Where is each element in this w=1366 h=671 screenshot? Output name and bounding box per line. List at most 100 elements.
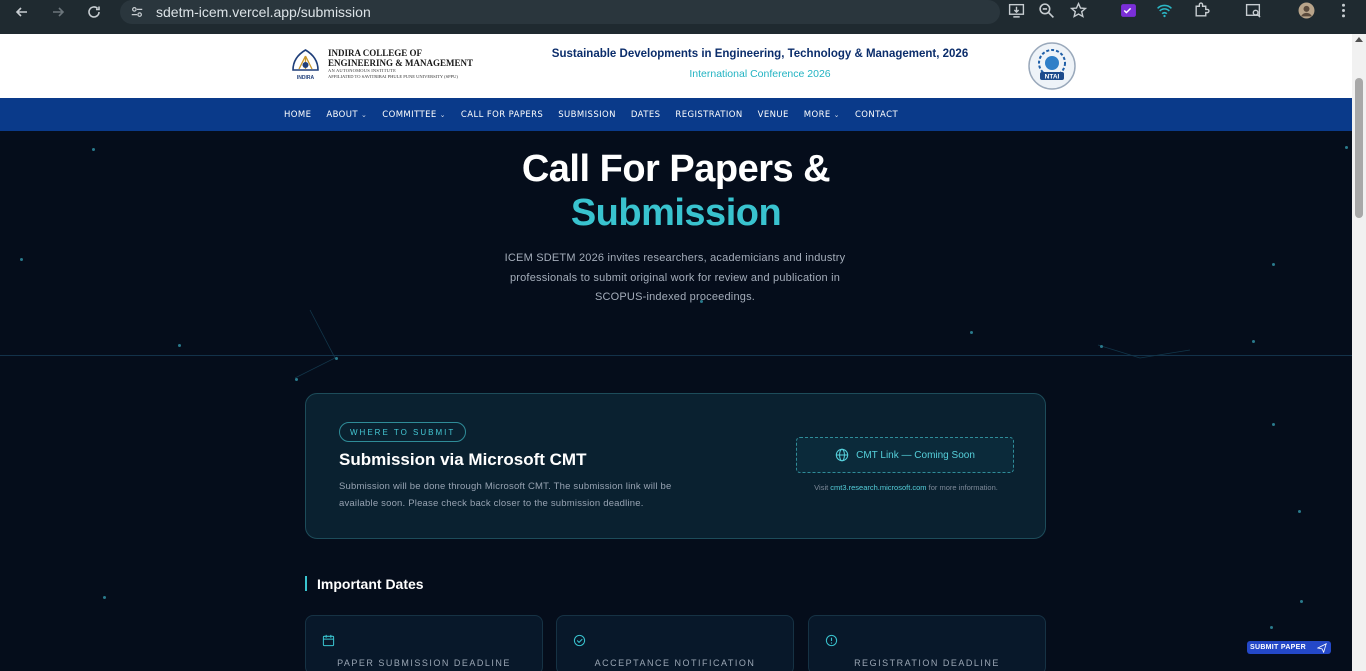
install-app-button[interactable]	[1001, 0, 1031, 22]
address-bar[interactable]: sdetm-icem.vercel.app/submission	[120, 0, 1000, 24]
avatar-icon	[1298, 2, 1314, 18]
college-name-line2: ENGINEERING & MANAGEMENT	[328, 58, 474, 68]
nav-item-more[interactable]: MORE ⌄	[804, 110, 840, 120]
submit-paper-label: SUBMIT PAPER	[1250, 644, 1306, 651]
nav-item-contact[interactable]: CONTACT	[855, 110, 898, 120]
date-card-label: REGISTRATION DEADLINE	[854, 658, 1000, 668]
particle-dot	[295, 378, 298, 381]
back-arrow-icon	[15, 7, 27, 17]
chevron-down-icon: ⌄	[439, 110, 446, 119]
star-icon	[1069, 1, 1087, 18]
college-name-line1: INDIRA COLLEGE OF	[328, 48, 423, 58]
back-button[interactable]	[4, 0, 40, 29]
nav-item-label: VENUE	[757, 109, 789, 120]
tab-search-button[interactable]	[1238, 0, 1268, 22]
conference-subtitle: International Conference 2026	[689, 68, 831, 80]
scroll-up-arrow-icon[interactable]	[1355, 37, 1363, 42]
particle-dot	[178, 344, 181, 347]
zoom-button[interactable]	[1031, 0, 1061, 22]
nav-item-call-for-papers[interactable]: CALL FOR PAPERS	[461, 110, 543, 120]
send-icon	[1317, 642, 1327, 653]
tab-search-icon	[1245, 3, 1261, 18]
chevron-down-icon: ⌄	[833, 110, 840, 119]
browser-toolbar: sdetm-icem.vercel.app/submission	[0, 0, 1366, 34]
date-card-label: ACCEPTANCE NOTIFICATION	[594, 658, 756, 668]
reload-button[interactable]	[76, 0, 112, 29]
particle-dot	[1270, 626, 1273, 629]
particle-dot	[1100, 345, 1103, 348]
hero-description: ICEM SDETM 2026 invites researchers, aca…	[504, 252, 846, 303]
conference-title: Sustainable Developments in Engineering,…	[551, 48, 969, 60]
extension-badge-icon	[1120, 3, 1136, 17]
nav-item-label: DATES	[630, 109, 661, 120]
network-lines-decoration	[294, 309, 336, 379]
particle-dot	[700, 300, 703, 303]
nav-item-registration[interactable]: REGISTRATION	[675, 110, 742, 120]
forward-arrow-icon	[53, 7, 65, 17]
extension-purple-button[interactable]	[1113, 0, 1143, 22]
cmt-note-suffix: for more information.	[926, 483, 998, 492]
scroll-thumb[interactable]	[1355, 78, 1363, 218]
globe-icon	[835, 448, 849, 462]
nav-item-label: HOME	[284, 109, 312, 120]
date-card-registration: REGISTRATION DEADLINE	[808, 615, 1046, 671]
check-circle-icon	[573, 634, 586, 647]
reload-icon	[88, 6, 100, 18]
ntai-label: NTAI	[1045, 74, 1060, 81]
submit-paper-button[interactable]: SUBMIT PAPER	[1247, 641, 1331, 654]
college-affiliation: AFFILIATED TO SAVITRIBAI PHULE PUNE UNIV…	[328, 74, 458, 79]
particle-dot	[20, 258, 23, 261]
page-scrollbar[interactable]	[1352, 34, 1366, 671]
page-title-line1: Call For Papers &	[521, 148, 831, 190]
nav-item-dates[interactable]: DATES	[631, 110, 661, 120]
submission-card-text: Submission will be done through Microsof…	[339, 481, 672, 509]
indira-emblem-icon: INDIRA	[292, 49, 319, 81]
extensions-button[interactable]	[1186, 0, 1216, 22]
site-settings-icon[interactable]	[130, 5, 144, 19]
nav-item-venue[interactable]: VENUE	[758, 110, 789, 120]
nav-item-label: CALL FOR PAPERS	[460, 109, 544, 120]
menu-button[interactable]	[1328, 0, 1358, 22]
date-card-submission: PAPER SUBMISSION DEADLINE	[305, 615, 543, 671]
network-lines-decoration-right	[1097, 344, 1191, 359]
calendar-icon	[322, 634, 335, 647]
bookmark-button[interactable]	[1063, 0, 1093, 22]
wifi-extension-button[interactable]	[1149, 0, 1179, 22]
url-text[interactable]: sdetm-icem.vercel.app/submission	[156, 4, 371, 20]
cmt-link-button[interactable]: CMT Link — Coming Soon	[796, 437, 1014, 473]
chevron-down-icon: ⌄	[361, 110, 368, 119]
college-logo[interactable]: INDIRA INDIRA COLLEGE OF ENGINEERING & M…	[289, 48, 473, 82]
nav-item-about[interactable]: ABOUT ⌄	[326, 110, 367, 120]
college-name: INDIRA COLLEGE OF ENGINEERING & MANAGEME…	[328, 48, 473, 80]
forward-button[interactable]	[40, 0, 76, 29]
important-dates-heading: Important Dates	[305, 576, 424, 592]
profile-button[interactable]	[1291, 0, 1321, 22]
where-to-submit-badge: WHERE TO SUBMIT	[339, 422, 467, 442]
submission-card-title: Submission via Microsoft CMT	[339, 450, 587, 469]
particle-dot	[103, 596, 106, 599]
alert-circle-icon	[825, 634, 838, 647]
wifi-icon	[1156, 4, 1172, 17]
particle-dot	[92, 148, 95, 151]
more-vertical-icon	[1341, 3, 1345, 17]
submission-card: WHERE TO SUBMIT Submission via Microsoft…	[305, 393, 1046, 539]
cmt-link-label: CMT Link — Coming Soon	[856, 449, 975, 461]
particle-dot	[1300, 600, 1303, 603]
nav-item-committee[interactable]: COMMITTEE ⌄	[382, 110, 446, 120]
particle-dot	[335, 357, 338, 360]
particle-dot	[970, 331, 973, 334]
nav-item-submission[interactable]: SUBMISSION	[558, 110, 616, 120]
cmt-website-link[interactable]: cmt3.research.microsoft.com	[830, 483, 926, 492]
puzzle-icon	[1194, 1, 1210, 17]
nav-item-label: REGISTRATION	[675, 109, 743, 120]
monitor-download-icon	[1008, 3, 1024, 18]
nav-item-label: MORE	[803, 109, 831, 120]
logo-caption: INDIRA	[297, 75, 315, 81]
site-header: INDIRA INDIRA COLLEGE OF ENGINEERING & M…	[0, 34, 1352, 98]
particle-dot	[1252, 340, 1255, 343]
ntai-logo: NTAI	[1028, 42, 1076, 90]
main-nav: HOME ABOUT ⌄ COMMITTEE ⌄ CALL FOR PAPERS SUBMI…	[0, 98, 1352, 131]
nav-item-home[interactable]: HOME	[284, 110, 311, 120]
cmt-note-prefix: Visit	[814, 483, 831, 492]
nav-item-label: SUBMISSION	[558, 109, 616, 120]
